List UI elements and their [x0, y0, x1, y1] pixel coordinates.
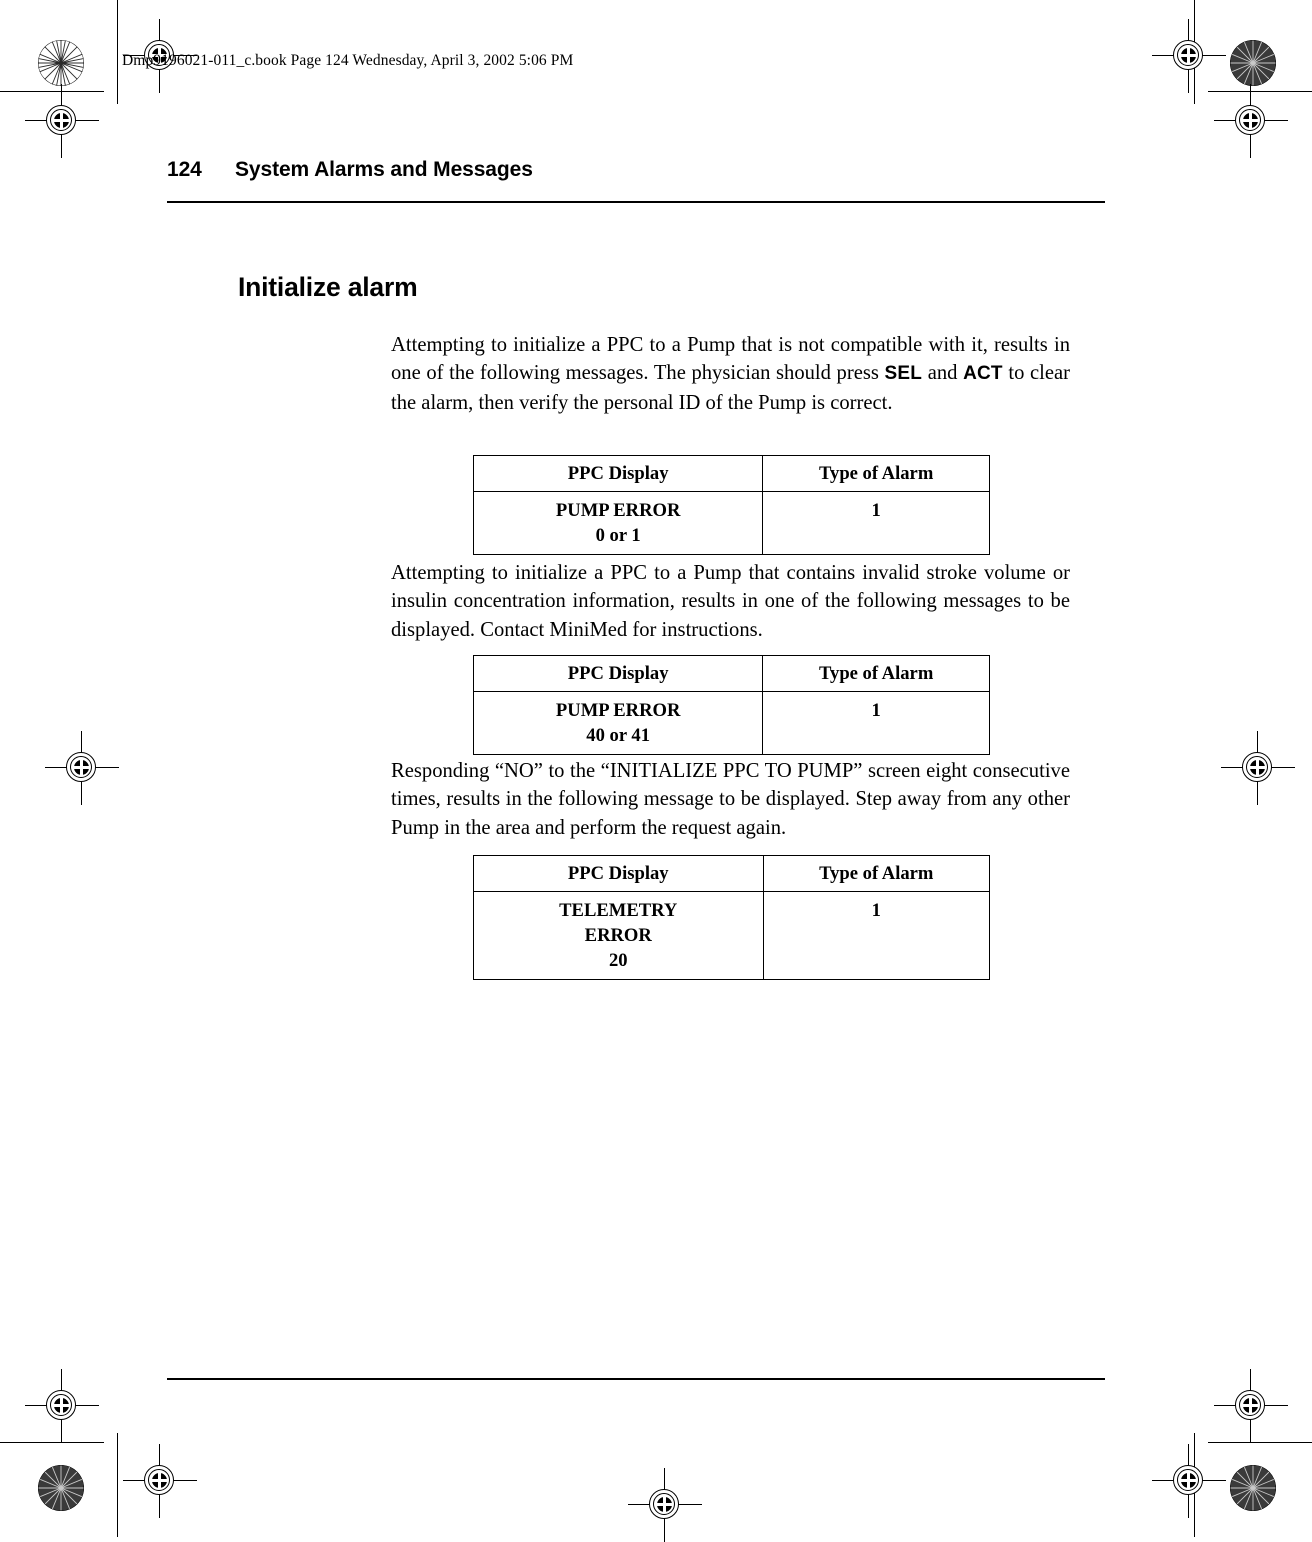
footer-rule [167, 1378, 1105, 1381]
column-header-type-of-alarm: Type of Alarm [762, 855, 990, 892]
table-row: TELEMETRY ERROR 20 1 [473, 891, 990, 980]
key-label-act: ACT [963, 363, 1003, 385]
table-row: PUMP ERROR 0 or 1 1 [472, 491, 990, 555]
page-number: 124 [167, 158, 202, 181]
page-title: System Alarms and Messages [235, 158, 533, 181]
crop-line-vertical [1194, 0, 1196, 104]
cell-alarm-type: 1 [762, 691, 990, 755]
paragraph-responding-no: Responding “NO” to the “INITIALIZE PPC T… [391, 760, 1070, 839]
header-rule [167, 201, 1105, 204]
color-rosette-icon [38, 40, 84, 86]
registration-target-icon [1152, 1444, 1226, 1518]
color-rosette-icon [1230, 40, 1276, 86]
alarm-table-1: PPC Display Type of Alarm PUMP ERROR 0 o… [472, 455, 990, 555]
column-header-type-of-alarm: Type of Alarm [762, 455, 990, 492]
registration-target-icon [123, 1444, 197, 1518]
column-header-ppc-display: PPC Display [472, 655, 764, 692]
registration-target-icon [25, 84, 99, 158]
paragraph-text-part: and [922, 362, 964, 385]
section-heading: Initialize alarm [238, 272, 418, 302]
crop-line-horizontal [1208, 1442, 1312, 1444]
column-header-ppc-display: PPC Display [473, 855, 764, 892]
crop-line-vertical [117, 0, 119, 104]
registration-target-icon [628, 1468, 702, 1542]
crop-line-horizontal [1208, 91, 1312, 93]
table-header-row: PPC Display Type of Alarm [472, 455, 990, 492]
cell-ppc-display: PUMP ERROR 0 or 1 [472, 491, 764, 555]
paragraph-initialize-incompatible: Attempting to initialize a PPC to a Pump… [391, 331, 1070, 417]
color-rosette-icon [38, 1465, 84, 1511]
display-line: ERROR [584, 925, 652, 946]
table-header-row: PPC Display Type of Alarm [472, 655, 990, 692]
registration-target-icon [1221, 731, 1295, 805]
cell-ppc-display: PUMP ERROR 40 or 41 [472, 691, 764, 755]
page-header: 124 System Alarms and Messages [167, 158, 533, 182]
display-line: 20 [608, 950, 628, 971]
alarm-table-3: PPC Display Type of Alarm TELEMETRY ERRO… [473, 855, 990, 980]
key-label-sel: SEL [884, 363, 923, 385]
crop-line-vertical [117, 1433, 119, 1537]
display-line: 40 or 41 [586, 725, 650, 746]
crop-line-horizontal [0, 91, 104, 93]
display-line: TELEMETRY [559, 900, 678, 921]
cell-alarm-type: 1 [762, 491, 990, 555]
column-header-type-of-alarm: Type of Alarm [762, 655, 990, 692]
registration-target-icon [1214, 84, 1288, 158]
cell-ppc-display: TELEMETRY ERROR 20 [473, 891, 764, 980]
column-header-ppc-display: PPC Display [472, 455, 764, 492]
display-line: 0 or 1 [595, 525, 641, 546]
registration-target-icon [1214, 1369, 1288, 1443]
print-file-stamp: Dmp9196021-011_c.book Page 124 Wednesday… [122, 52, 574, 69]
color-rosette-icon [1230, 1465, 1276, 1511]
registration-target-icon [1152, 19, 1226, 93]
display-line: PUMP ERROR [555, 500, 681, 521]
alarm-table-2: PPC Display Type of Alarm PUMP ERROR 40 … [472, 655, 990, 755]
registration-target-icon [45, 731, 119, 805]
cell-alarm-type: 1 [762, 891, 990, 980]
paragraph-invalid-stroke-volume: Attempting to initialize a PPC to a Pump… [391, 562, 1070, 641]
crop-line-vertical [1194, 1433, 1196, 1537]
registration-target-icon [25, 1369, 99, 1443]
table-row: PUMP ERROR 40 or 41 1 [472, 691, 990, 755]
crop-line-horizontal [0, 1442, 104, 1444]
display-line: PUMP ERROR [555, 700, 681, 721]
table-header-row: PPC Display Type of Alarm [473, 855, 990, 892]
